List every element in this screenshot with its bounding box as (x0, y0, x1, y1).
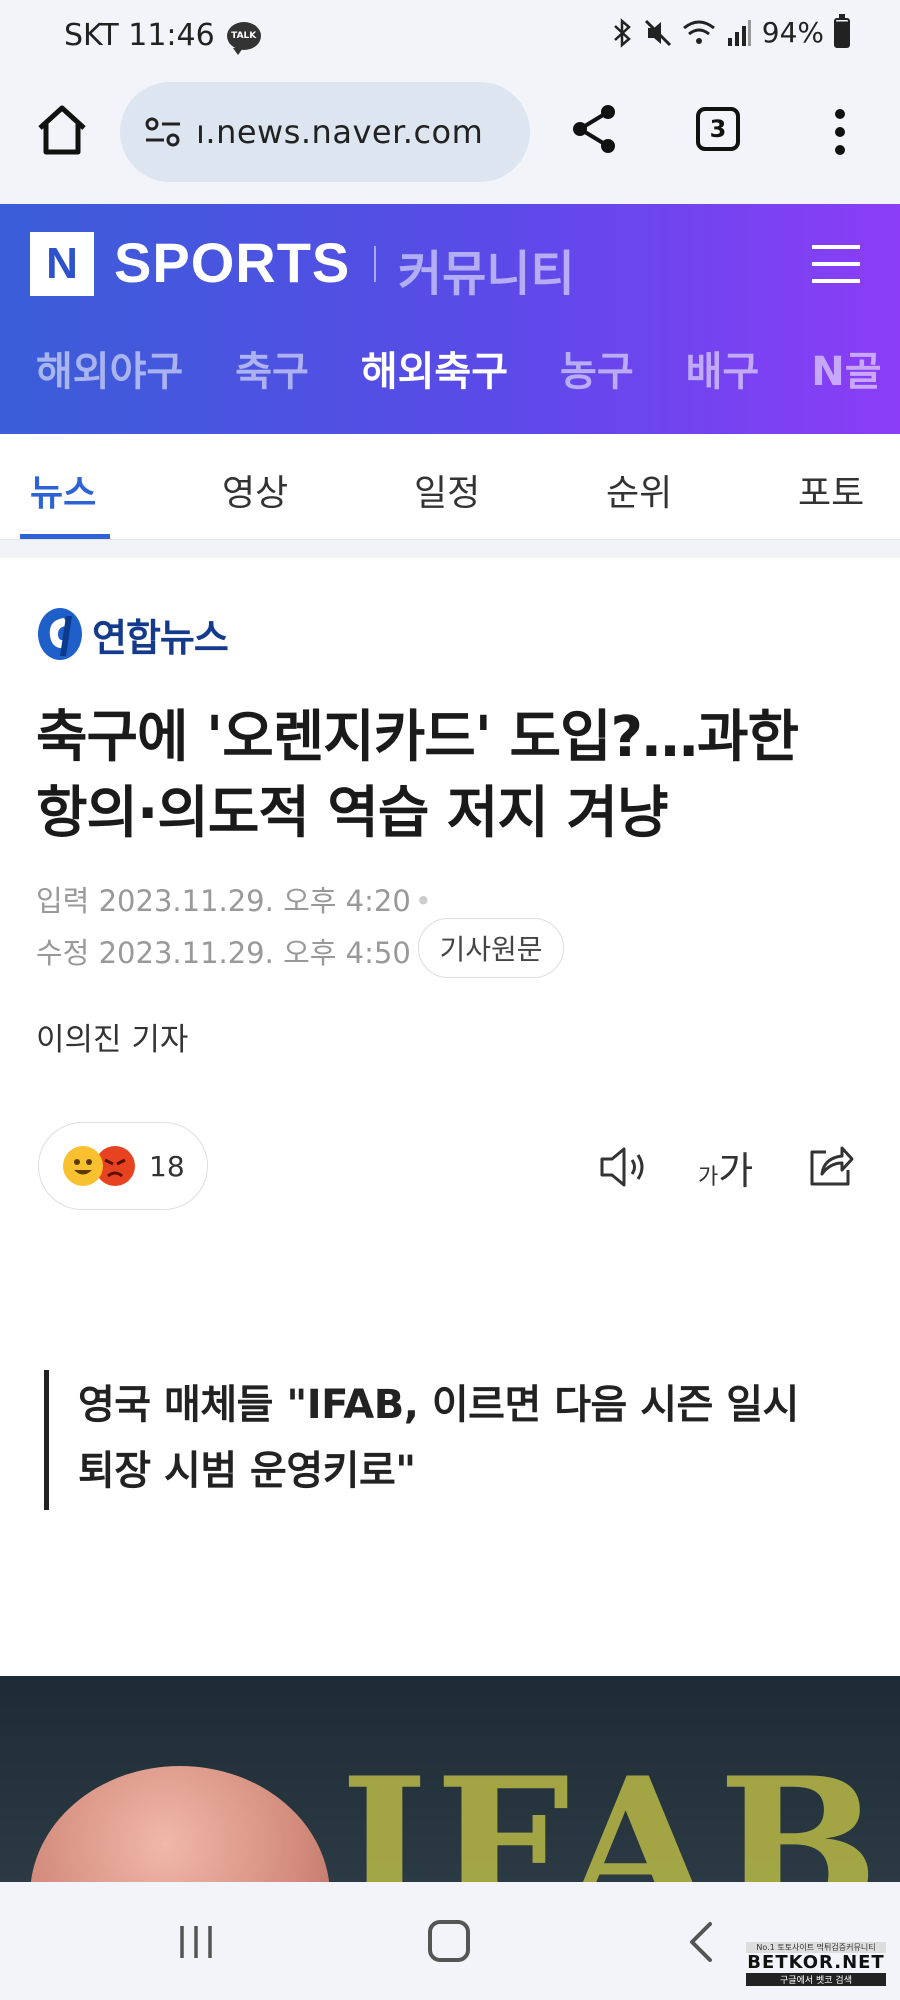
sports-header: N SPORTS 커뮤니티 해외야구 축구 해외축구 농구 배구 N골 (0, 204, 900, 434)
edit-label: 수정 (36, 936, 90, 970)
yonhap-emblem-icon (38, 608, 82, 660)
status-left: SKT 11:46 TALK (64, 18, 261, 55)
smile-emoji-icon (63, 1146, 103, 1186)
category-volleyball[interactable]: 배구 (686, 339, 760, 397)
font-size-large-label: 가 (718, 1149, 754, 1193)
photo-person-head (30, 1766, 330, 1882)
article-photo[interactable]: IFAB (0, 1676, 900, 1882)
site-settings-icon[interactable] (142, 111, 184, 153)
status-right: 94% (612, 13, 850, 49)
home-icon[interactable] (34, 102, 90, 158)
tab-ranking[interactable]: 순위 (606, 464, 672, 516)
article-share-icon[interactable] (806, 1140, 856, 1190)
tab-photo[interactable]: 포토 (798, 464, 864, 516)
category-soccer[interactable]: 축구 (235, 339, 309, 397)
community-link[interactable]: 커뮤니티 (398, 234, 575, 304)
watermark-bottom: 구글에서 벳코 검색 (746, 1973, 886, 1986)
category-overseas-baseball[interactable]: 해외야구 (36, 339, 183, 397)
category-overseas-soccer[interactable]: 해외축구 (361, 339, 508, 397)
category-golf[interactable]: N골 (811, 339, 881, 397)
press-logo[interactable]: 연합뉴스 (36, 606, 229, 662)
home-button-icon[interactable] (428, 1920, 470, 1962)
watermark: No.1 토토사이트 먹튀검증커뮤니티 BETKOR.NET 구글에서 벳코 검… (746, 1942, 886, 1992)
battery-icon (834, 13, 850, 48)
kakaotalk-icon: TALK (226, 21, 261, 55)
recent-apps-icon[interactable] (176, 1922, 216, 1962)
active-tab-indicator (20, 534, 110, 539)
logo-divider (374, 246, 376, 282)
subtitle-quote-bar (44, 1370, 49, 1510)
reaction-count: 18 (149, 1149, 185, 1183)
reporter-name[interactable]: 이의진 기자 (36, 1014, 188, 1059)
edit-date: 수정 2023.11.29. 오후 4:50 (36, 930, 411, 972)
font-size-small-label: 가 (698, 1165, 719, 1190)
article-headline: 축구에 '오렌지카드' 도입?…과한 항의·의도적 역습 저지 겨냥 (36, 705, 799, 846)
more-menu-icon[interactable] (828, 104, 852, 160)
input-time: 2023.11.29. 오후 4:20 (98, 884, 411, 918)
signal-icon (727, 19, 751, 46)
tab-switcher-button[interactable]: 3 (696, 107, 740, 151)
reaction-button[interactable]: 18 (38, 1122, 208, 1210)
original-article-button[interactable]: 기사원문 (418, 918, 564, 978)
font-size-button[interactable]: 가가 (698, 1140, 753, 1195)
url-text[interactable]: ı.news.naver.com (196, 113, 483, 151)
section-divider (0, 540, 900, 558)
meta-separator: • (414, 884, 432, 918)
category-nav: 해외야구 축구 해외축구 농구 배구 N골 (0, 328, 900, 408)
article-subtitle: 영국 매체들 "IFAB, 이르면 다음 시즌 일시 퇴장 시범 운영키로" (78, 1382, 799, 1494)
browser-toolbar: ı.news.naver.com 3 (0, 72, 900, 204)
input-label: 입력 (36, 884, 90, 918)
hamburger-menu-icon[interactable] (810, 242, 862, 286)
watermark-main: BETKOR.NET (747, 1952, 885, 1973)
battery-percent: 94% (761, 16, 824, 49)
category-basketball[interactable]: 농구 (560, 339, 634, 397)
tab-schedule[interactable]: 일정 (414, 464, 480, 516)
carrier-time: SKT 11:46 (64, 18, 215, 53)
back-icon[interactable] (686, 1920, 716, 1964)
sports-logo[interactable]: SPORTS (114, 230, 350, 295)
edit-time: 2023.11.29. 오후 4:50 (98, 936, 411, 970)
system-nav-bar: No.1 토토사이트 먹튀검증커뮤니티 BETKOR.NET 구글에서 벳코 검… (0, 1882, 900, 2000)
wifi-icon (682, 20, 715, 44)
input-date: 입력 2023.11.29. 오후 4:20 • (36, 878, 432, 920)
text-to-speech-icon[interactable] (598, 1144, 650, 1190)
tab-video[interactable]: 영상 (222, 464, 288, 516)
share-icon[interactable] (568, 102, 622, 156)
status-bar: SKT 11:46 TALK 94% (0, 0, 900, 72)
bluetooth-icon (613, 17, 631, 48)
sub-tabs: 뉴스 영상 일정 순위 포토 (0, 434, 900, 540)
address-bar[interactable]: ı.news.naver.com (120, 82, 530, 182)
mute-icon (644, 19, 671, 46)
press-name: 연합뉴스 (92, 615, 229, 660)
photo-ifab-sign: IFAB (340, 1736, 885, 1882)
naver-logo[interactable]: N (30, 232, 94, 296)
tab-news[interactable]: 뉴스 (30, 464, 96, 516)
